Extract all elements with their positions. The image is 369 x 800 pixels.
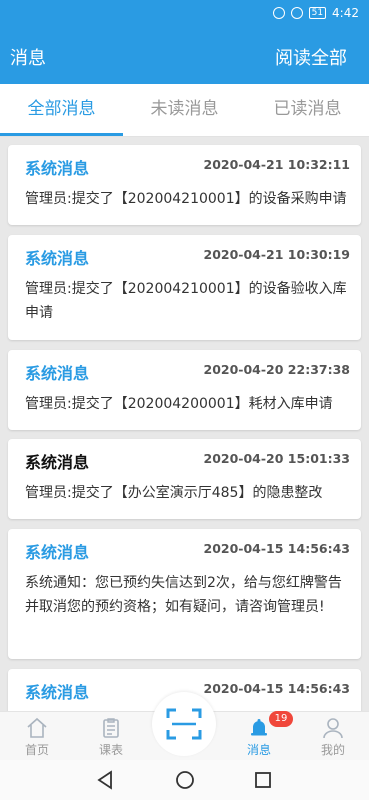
tab-unread-messages[interactable]: 未读消息	[123, 84, 246, 136]
status-icons: 51 4:42	[272, 6, 359, 20]
message-body: 管理员:提交了【202004210001】的设备采购申请	[25, 191, 347, 207]
message-time: 2020-04-21 10:30:19	[203, 247, 351, 262]
tab-read-messages[interactable]: 已读消息	[246, 84, 369, 136]
schedule-icon	[103, 718, 119, 738]
tab-all-messages[interactable]: 全部消息	[0, 84, 123, 136]
nav-home-label: 首页	[24, 743, 49, 757]
page-title: 消息	[10, 48, 46, 69]
message-time: 2020-04-21 10:32:11	[203, 157, 351, 172]
message-title: 系统消息	[25, 364, 90, 383]
home-icon	[27, 717, 47, 738]
message-time: 2020-04-20 22:37:38	[203, 362, 351, 377]
message-body: 管理员:提交了【202004200001】耗材入库申请	[25, 396, 333, 412]
status-bar: 51 4:42	[0, 0, 369, 28]
message-time: 2020-04-20 15:01:33	[203, 451, 351, 466]
home-circle-icon[interactable]	[175, 770, 195, 790]
nav-messages-label: 消息	[246, 743, 271, 757]
headset-icon	[272, 7, 285, 19]
message-title: 系统消息	[25, 159, 90, 178]
message-time: 2020-04-15 14:56:43	[203, 681, 351, 696]
message-card[interactable]: 系统消息 2020-04-21 10:32:11 管理员:提交了【2020042…	[8, 145, 361, 225]
read-all-button[interactable]: 阅读全部	[275, 44, 347, 70]
nav-home[interactable]: 首页	[0, 712, 74, 761]
message-card[interactable]: 系统消息 2020-04-20 22:37:38 管理员:提交了【2020042…	[8, 350, 361, 430]
back-icon[interactable]	[96, 770, 114, 790]
status-time: 4:42	[332, 6, 359, 20]
message-card[interactable]: 系统消息 2020-04-21 10:30:19 管理员:提交了【2020042…	[8, 235, 361, 340]
message-title: 系统消息	[25, 683, 90, 702]
message-title: 系统消息	[25, 249, 90, 268]
nav-schedule-label: 课表	[98, 743, 123, 757]
recents-icon[interactable]	[254, 771, 272, 789]
scan-icon	[166, 708, 202, 740]
message-body: 管理员:提交了【202004210001】的设备验收入库申请	[25, 281, 347, 321]
bell-icon	[251, 719, 267, 736]
message-card[interactable]: 系统消息 2020-04-20 15:01:33 管理员:提交了【办公室演示厅4…	[8, 439, 361, 519]
message-title: 系统消息	[25, 453, 90, 472]
nav-mine-label: 我的	[320, 743, 345, 757]
message-list: 系统消息 2020-04-21 10:32:11 管理员:提交了【2020042…	[0, 136, 369, 711]
nav-schedule[interactable]: 课表	[74, 712, 148, 761]
message-title: 系统消息	[25, 543, 90, 562]
message-body: 系统通知：您已预约失信达到2次，给与您红牌警告并取消您的预约资格；如有疑问，请咨…	[25, 575, 342, 615]
app-header: 消息 阅读全部	[0, 28, 369, 84]
tab-bar: 全部消息 未读消息 已读消息	[0, 84, 369, 137]
message-card[interactable]: 系统消息 2020-04-15 14:56:43 系统通知：您已预约失信达到2次…	[8, 529, 361, 659]
scan-button[interactable]	[152, 692, 216, 756]
alarm-icon	[290, 7, 303, 19]
message-body: 管理员:提交了【办公室演示厅485】的隐患整改	[25, 485, 323, 501]
user-icon	[323, 718, 343, 739]
unread-badge: 19	[269, 711, 293, 727]
system-navigation-bar	[0, 760, 369, 800]
nav-mine[interactable]: 我的	[296, 712, 369, 761]
battery-indicator: 51	[308, 7, 327, 19]
message-time: 2020-04-15 14:56:43	[203, 541, 351, 556]
